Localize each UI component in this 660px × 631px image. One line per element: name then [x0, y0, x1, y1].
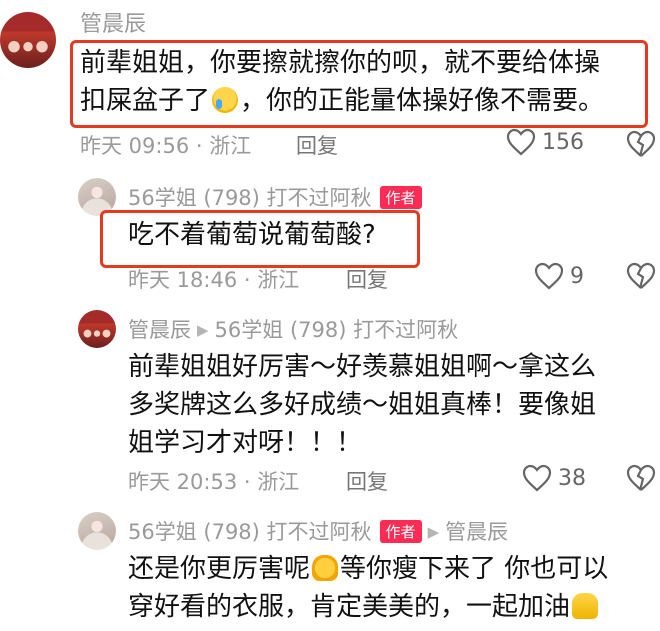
comment-timestamp: 昨天 09:56 · 浙江	[80, 134, 252, 158]
comment-text-line: 穿好看的衣服，肯定美美的，一起加油	[128, 588, 658, 626]
like-button[interactable]: 156	[506, 128, 584, 156]
comment-text-line: 前辈姐姐好厉害～好羡慕姐姐啊～拿这么	[128, 352, 597, 382]
reply-button[interactable]: 回复	[346, 264, 388, 294]
comment-author-name[interactable]: 管晨辰	[80, 6, 146, 38]
heart-icon	[506, 128, 536, 156]
comment-timestamp: 昨天 20:53 · 浙江	[128, 470, 300, 494]
comment-author-name[interactable]: 56学姐 (798) 打不过阿秋 作者	[128, 182, 422, 212]
reply-arrow-icon: ▶	[427, 523, 440, 541]
author-name-text: 56学姐 (798) 打不过阿秋	[128, 520, 372, 544]
reply-to-name[interactable]: 56学姐 (798) 打不过阿秋	[215, 318, 459, 342]
comment-author-name[interactable]: 56学姐 (798) 打不过阿秋 作者 ▶ 管晨辰	[128, 516, 508, 546]
comment-text: 前辈姐姐好厉害～好羡慕姐姐啊～拿这么 多奖牌这么多好成绩～姐姐真棒！要像姐 姐学…	[128, 348, 648, 462]
comment-text-segment: 还是你更厉害呢	[128, 554, 311, 584]
author-name-text: 管晨辰	[128, 318, 191, 342]
author-badge: 作者	[379, 186, 422, 209]
like-button[interactable]: 9	[534, 262, 584, 290]
comment-text-line: 扣屎盆子了 ，你的正能量体操好像不需要。	[80, 82, 640, 120]
comment-text: 还是你更厉害呢 等你瘦下来了 你也可以 穿好看的衣服，肯定美美的，一起加油	[128, 550, 658, 626]
reply-button[interactable]: 回复	[296, 130, 338, 160]
reply-arrow-icon: ▶	[197, 321, 209, 339]
comment-text-segment: 等你瘦下来了 你也可以	[340, 554, 609, 584]
reply-button[interactable]: 回复	[346, 466, 388, 496]
like-count: 156	[542, 129, 584, 155]
comment-text: 前辈姐姐，你要擦就擦你的呗，就不要给体操 扣屎盆子了 ，你的正能量体操好像不需要。	[80, 44, 640, 120]
comment-text-line: 还是你更厉害呢 等你瘦下来了 你也可以	[128, 550, 658, 588]
author-badge: 作者	[379, 520, 422, 543]
comment-text-segment: 穿好看的衣服，肯定美美的，一起加油	[128, 592, 571, 622]
broken-heart-icon[interactable]	[626, 262, 656, 290]
comment-timestamp: 昨天 18:46 · 浙江	[128, 268, 300, 292]
comment-text-line: 多奖牌这么多好成绩～姐姐真棒！要像姐	[128, 390, 597, 420]
like-button[interactable]: 38	[522, 464, 586, 492]
strong-emoji-icon	[312, 555, 339, 581]
comment-text-segment: ，你的正能量体操好像不需要。	[240, 86, 605, 116]
broken-heart-icon[interactable]	[626, 464, 656, 492]
author-name-text: 56学姐 (798) 打不过阿秋	[128, 186, 372, 210]
crying-emoji-icon	[212, 87, 239, 113]
avatar[interactable]	[0, 12, 56, 68]
avatar[interactable]	[78, 512, 116, 550]
avatar[interactable]	[78, 310, 116, 348]
heart-icon	[522, 464, 552, 492]
pray-emoji-icon	[572, 593, 599, 619]
like-count: 9	[570, 263, 584, 289]
broken-heart-icon[interactable]	[626, 130, 656, 158]
like-count: 38	[558, 465, 586, 491]
comment-author-name[interactable]: 管晨辰 ▶ 56学姐 (798) 打不过阿秋	[128, 314, 458, 344]
comment-text: 吃不着葡萄说葡萄酸?	[128, 220, 376, 250]
comment-text-line: 姐学习才对呀！！！	[128, 428, 363, 458]
heart-icon	[534, 262, 564, 290]
reply-to-name[interactable]: 管晨辰	[445, 520, 508, 544]
comment-text-segment: 扣屎盆子了	[80, 86, 211, 116]
comment-text-line: 前辈姐姐，你要擦就擦你的呗，就不要给体操	[80, 48, 601, 78]
